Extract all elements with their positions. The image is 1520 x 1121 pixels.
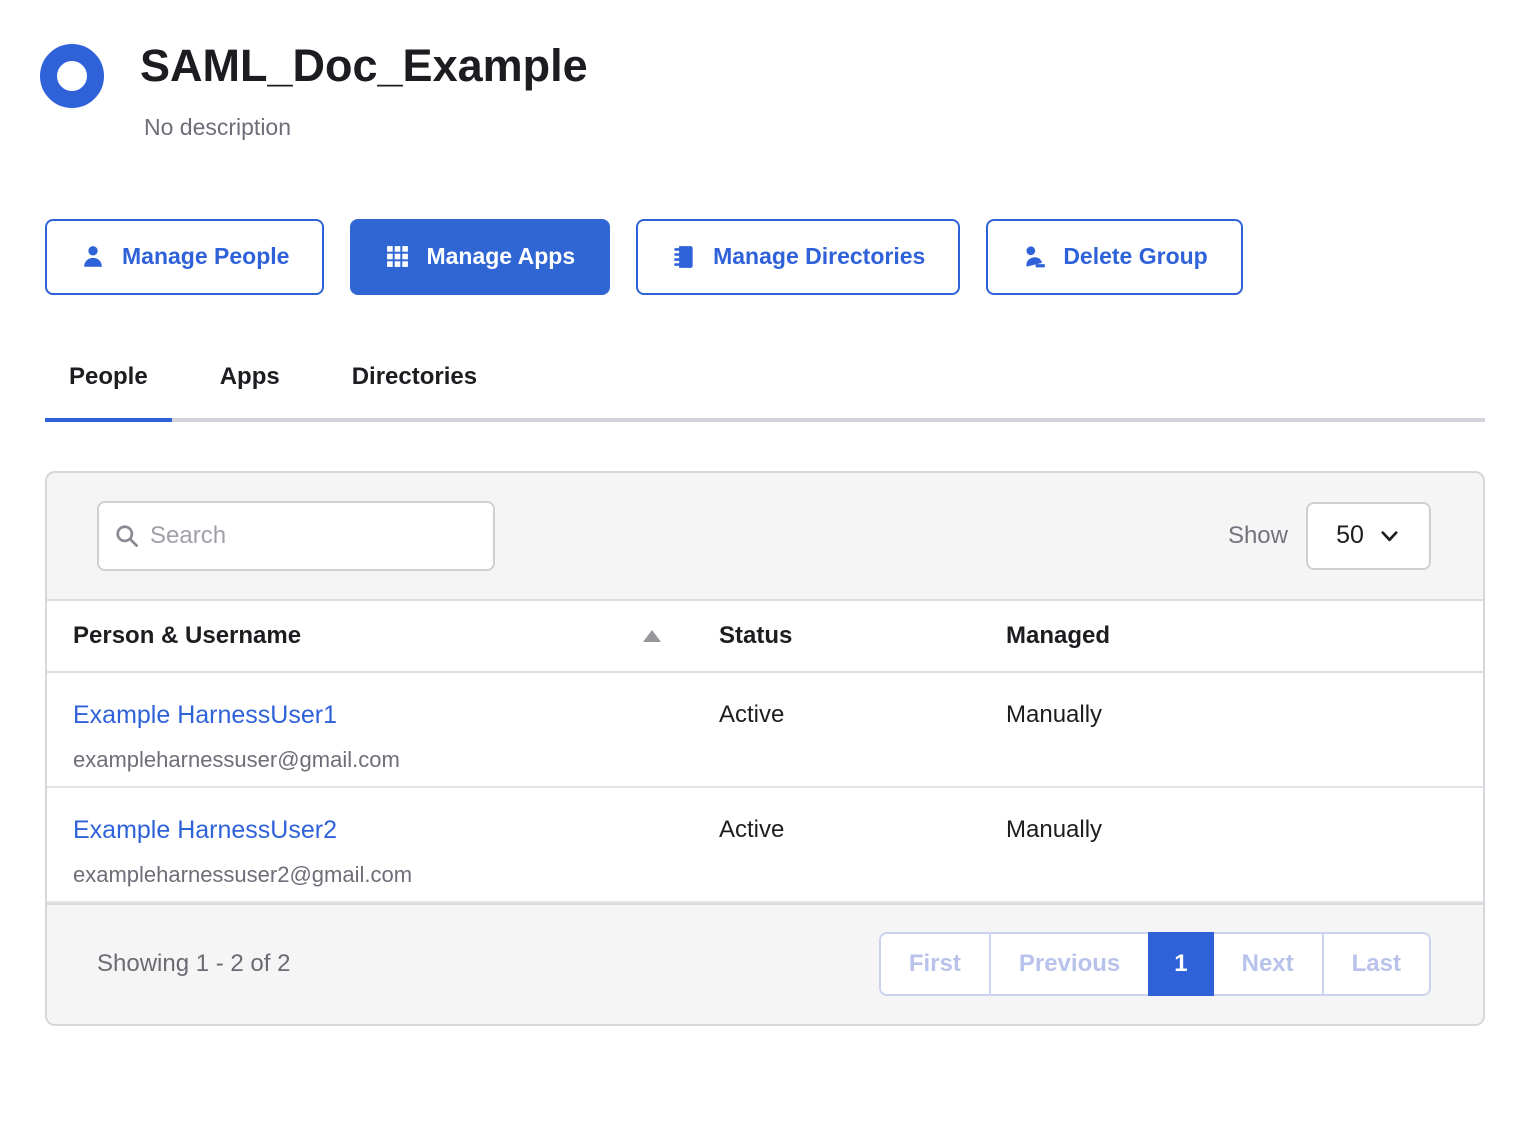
person-icon — [80, 244, 106, 270]
tab-label: Directories — [352, 363, 477, 390]
show-label: Show — [1228, 522, 1288, 550]
button-label: Manage Directories — [713, 243, 925, 270]
person-cell: Example HarnessUser1 exampleharnessuser@… — [47, 701, 693, 786]
tab-people[interactable]: People — [45, 363, 172, 422]
table-header-row: Person & Username Status Managed — [47, 601, 1483, 673]
group-description: No description — [144, 114, 588, 141]
button-label: Manage Apps — [426, 243, 575, 270]
apps-grid-icon — [385, 244, 410, 269]
table-row: Example HarnessUser1 exampleharnessuser@… — [47, 673, 1483, 788]
header-text: SAML_Doc_Example No description — [140, 40, 588, 141]
manage-apps-button[interactable]: Manage Apps — [350, 219, 610, 295]
status-cell: Active — [693, 816, 980, 901]
column-header-managed[interactable]: Managed — [980, 622, 1483, 650]
managed-cell: Manually — [980, 701, 1483, 786]
search-input[interactable] — [148, 521, 479, 551]
button-label: Delete Group — [1063, 243, 1207, 270]
table-toolbar: Show 50 — [47, 473, 1483, 601]
page-size-value: 50 — [1336, 521, 1364, 550]
person-username: exampleharnessuser@gmail.com — [73, 747, 693, 773]
tab-label: People — [69, 363, 148, 390]
button-label: Manage People — [122, 243, 289, 270]
results-summary: Showing 1 - 2 of 2 — [97, 950, 290, 978]
column-header-person[interactable]: Person & Username — [47, 622, 693, 650]
tab-bar: People Apps Directories — [45, 363, 1485, 422]
column-header-label: Person & Username — [73, 622, 301, 650]
person-remove-icon — [1021, 244, 1047, 270]
group-page: SAML_Doc_Example No description Manage P… — [0, 0, 1520, 1026]
manage-directories-button[interactable]: Manage Directories — [636, 219, 960, 295]
page-size-select[interactable]: 50 — [1306, 502, 1431, 570]
tab-directories[interactable]: Directories — [328, 363, 501, 422]
search-box[interactable] — [97, 501, 495, 571]
group-header: SAML_Doc_Example No description — [0, 0, 1520, 141]
table-footer: Showing 1 - 2 of 2 First Previous 1 Next… — [47, 903, 1483, 1024]
managed-cell: Manually — [980, 816, 1483, 901]
status-cell: Active — [693, 701, 980, 786]
directory-icon — [671, 244, 697, 270]
manage-people-button[interactable]: Manage People — [45, 219, 324, 295]
page-title: SAML_Doc_Example — [140, 40, 588, 92]
page-size-control: Show 50 — [1228, 502, 1431, 570]
action-button-row: Manage People Manage Apps Manage Directo… — [45, 219, 1520, 295]
table-row: Example HarnessUser2 exampleharnessuser2… — [47, 788, 1483, 903]
pagination-next-button[interactable]: Next — [1212, 932, 1324, 996]
person-link[interactable]: Example HarnessUser1 — [73, 701, 337, 729]
search-icon — [113, 522, 140, 549]
person-cell: Example HarnessUser2 exampleharnessuser2… — [47, 816, 693, 901]
delete-group-button[interactable]: Delete Group — [986, 219, 1242, 295]
pagination-page-1-button[interactable]: 1 — [1148, 932, 1213, 996]
person-link[interactable]: Example HarnessUser2 — [73, 816, 337, 844]
pagination-first-button[interactable]: First — [879, 932, 991, 996]
person-username: exampleharnessuser2@gmail.com — [73, 862, 693, 888]
pagination: First Previous 1 Next Last — [879, 932, 1431, 996]
pagination-previous-button[interactable]: Previous — [989, 932, 1150, 996]
sort-ascending-icon — [643, 630, 661, 642]
column-header-status[interactable]: Status — [693, 622, 980, 650]
chevron-down-icon — [1378, 524, 1401, 547]
tab-label: Apps — [220, 363, 280, 390]
group-ring-icon — [40, 44, 104, 108]
people-table-card: Show 50 Person & Username Status Managed… — [45, 471, 1485, 1026]
tab-apps[interactable]: Apps — [196, 363, 304, 422]
pagination-last-button[interactable]: Last — [1322, 932, 1431, 996]
